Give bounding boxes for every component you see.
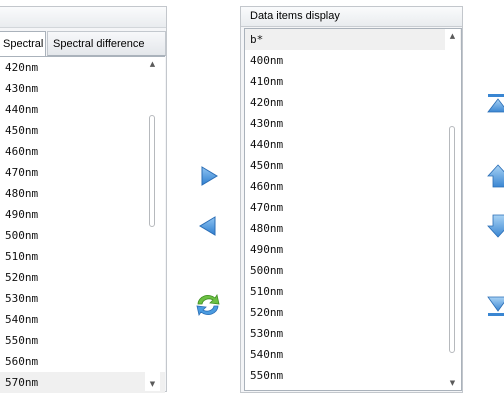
move-down-button[interactable] xyxy=(484,214,504,238)
tab-spectral-difference[interactable]: Spectral difference xyxy=(47,31,166,56)
list-item[interactable]: 460nm xyxy=(0,141,165,162)
refresh-icon xyxy=(196,293,220,317)
list-item[interactable]: 480nm xyxy=(0,183,165,204)
move-up-button[interactable] xyxy=(484,164,504,188)
scroll-up-icon[interactable]: ▲ xyxy=(445,29,460,43)
list-item[interactable]: 470nm xyxy=(245,197,461,218)
list-item[interactable]: 560nm xyxy=(0,351,165,372)
list-item[interactable]: 410nm xyxy=(245,71,461,92)
panel-title: Data items display xyxy=(241,7,462,27)
left-list-scrollbar[interactable]: ▲ ▼ xyxy=(145,57,160,391)
arrow-right-icon xyxy=(201,166,218,186)
list-item[interactable]: 450nm xyxy=(245,155,461,176)
list-item[interactable]: 540nm xyxy=(0,309,165,330)
scrollbar-thumb[interactable] xyxy=(449,126,455,353)
list-item[interactable]: 550nm xyxy=(0,330,165,351)
list-item[interactable]: 530nm xyxy=(245,323,461,344)
tab-bar: Spectral Spectral difference xyxy=(0,31,166,57)
remove-item-button[interactable] xyxy=(193,211,223,241)
list-item[interactable]: 420nm xyxy=(245,92,461,113)
list-item[interactable]: 550nm xyxy=(245,365,461,386)
scroll-up-icon[interactable]: ▲ xyxy=(145,57,160,71)
scrollbar-thumb[interactable] xyxy=(149,115,155,227)
move-top-icon xyxy=(487,94,504,113)
list-item[interactable]: 500nm xyxy=(245,260,461,281)
scroll-down-icon[interactable]: ▼ xyxy=(145,377,160,391)
list-item[interactable]: 400nm xyxy=(245,50,461,71)
list-item[interactable]: 560nm xyxy=(245,386,461,390)
list-item[interactable]: 480nm xyxy=(245,218,461,239)
list-item[interactable]: 420nm xyxy=(0,57,165,78)
list-item[interactable]: 470nm xyxy=(0,162,165,183)
list-item[interactable]: 440nm xyxy=(0,99,165,120)
list-item[interactable]: 490nm xyxy=(0,204,165,225)
list-item[interactable]: 520nm xyxy=(0,267,165,288)
move-bottom-icon xyxy=(487,296,504,316)
list-item[interactable]: 520nm xyxy=(245,302,461,323)
list-item[interactable]: 540nm xyxy=(245,344,461,365)
arrow-left-icon xyxy=(199,216,216,236)
list-item[interactable]: 440nm xyxy=(245,134,461,155)
move-to-bottom-button[interactable] xyxy=(484,294,504,318)
list-item-selected[interactable]: 570nm xyxy=(0,372,165,393)
list-item[interactable]: 510nm xyxy=(245,281,461,302)
move-down-icon xyxy=(487,214,504,238)
list-item-selected[interactable]: b* xyxy=(245,29,461,50)
tab-spectral[interactable]: Spectral xyxy=(0,31,46,56)
displayed-items-list[interactable]: b* 400nm 410nm 420nm 430nm 440nm 450nm 4… xyxy=(244,28,462,391)
list-item[interactable]: 450nm xyxy=(0,120,165,141)
right-list-scrollbar[interactable]: ▲ ▼ xyxy=(445,29,460,390)
available-items-list[interactable]: 420nm 430nm 440nm 450nm 460nm 470nm 480n… xyxy=(0,56,165,393)
list-item[interactable]: 430nm xyxy=(245,113,461,134)
scroll-down-icon[interactable]: ▼ xyxy=(445,376,460,390)
list-item[interactable]: 490nm xyxy=(245,239,461,260)
list-item[interactable]: 530nm xyxy=(0,288,165,309)
list-item[interactable]: 460nm xyxy=(245,176,461,197)
list-item[interactable]: 500nm xyxy=(0,225,165,246)
move-up-icon xyxy=(487,164,504,188)
move-to-top-button[interactable] xyxy=(484,92,504,116)
add-item-button[interactable] xyxy=(194,161,224,191)
reset-items-button[interactable] xyxy=(193,290,223,320)
data-items-display-panel: Data items display b* 400nm 410nm 420nm … xyxy=(240,6,463,393)
available-items-panel: Spectral Spectral difference 420nm 430nm… xyxy=(0,6,167,393)
list-item[interactable]: 510nm xyxy=(0,246,165,267)
panel-header xyxy=(0,7,166,28)
list-item[interactable]: 430nm xyxy=(0,78,165,99)
